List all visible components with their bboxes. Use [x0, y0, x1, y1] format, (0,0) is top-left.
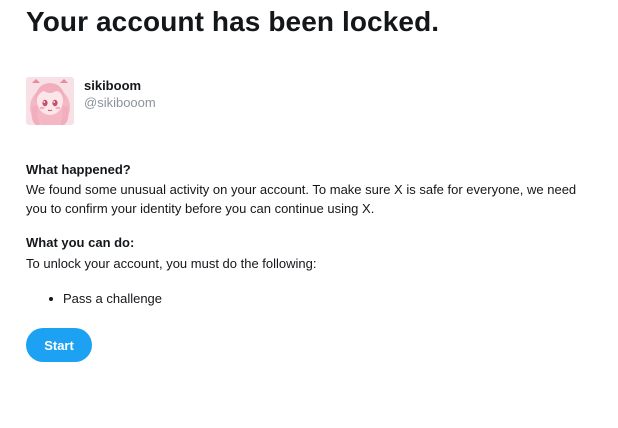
locked-account-page: Your account has been locked. sikiboom @… — [0, 0, 618, 428]
start-button[interactable]: Start — [26, 328, 92, 362]
page-title: Your account has been locked. — [26, 6, 440, 37]
avatar-image-icon — [26, 77, 74, 125]
what-happened-text: We found some unusual activity on your a… — [26, 182, 577, 216]
what-you-can-do-heading: What you can do: — [26, 235, 135, 250]
profile-card: sikiboom @sikibooom — [26, 77, 156, 125]
user-handle: @sikibooom — [84, 95, 156, 110]
list-item: Pass a challenge — [26, 290, 162, 308]
bullet-icon — [49, 297, 53, 301]
avatar — [26, 77, 74, 125]
what-happened-heading: What happened? — [26, 162, 131, 177]
steps-list: Pass a challenge — [26, 290, 162, 308]
what-you-can-do-text: To unlock your account, you must do the … — [26, 256, 317, 271]
display-name: sikiboom — [84, 78, 142, 93]
step-label: Pass a challenge — [63, 291, 163, 306]
profile-names: sikiboom @sikibooom — [84, 78, 156, 125]
